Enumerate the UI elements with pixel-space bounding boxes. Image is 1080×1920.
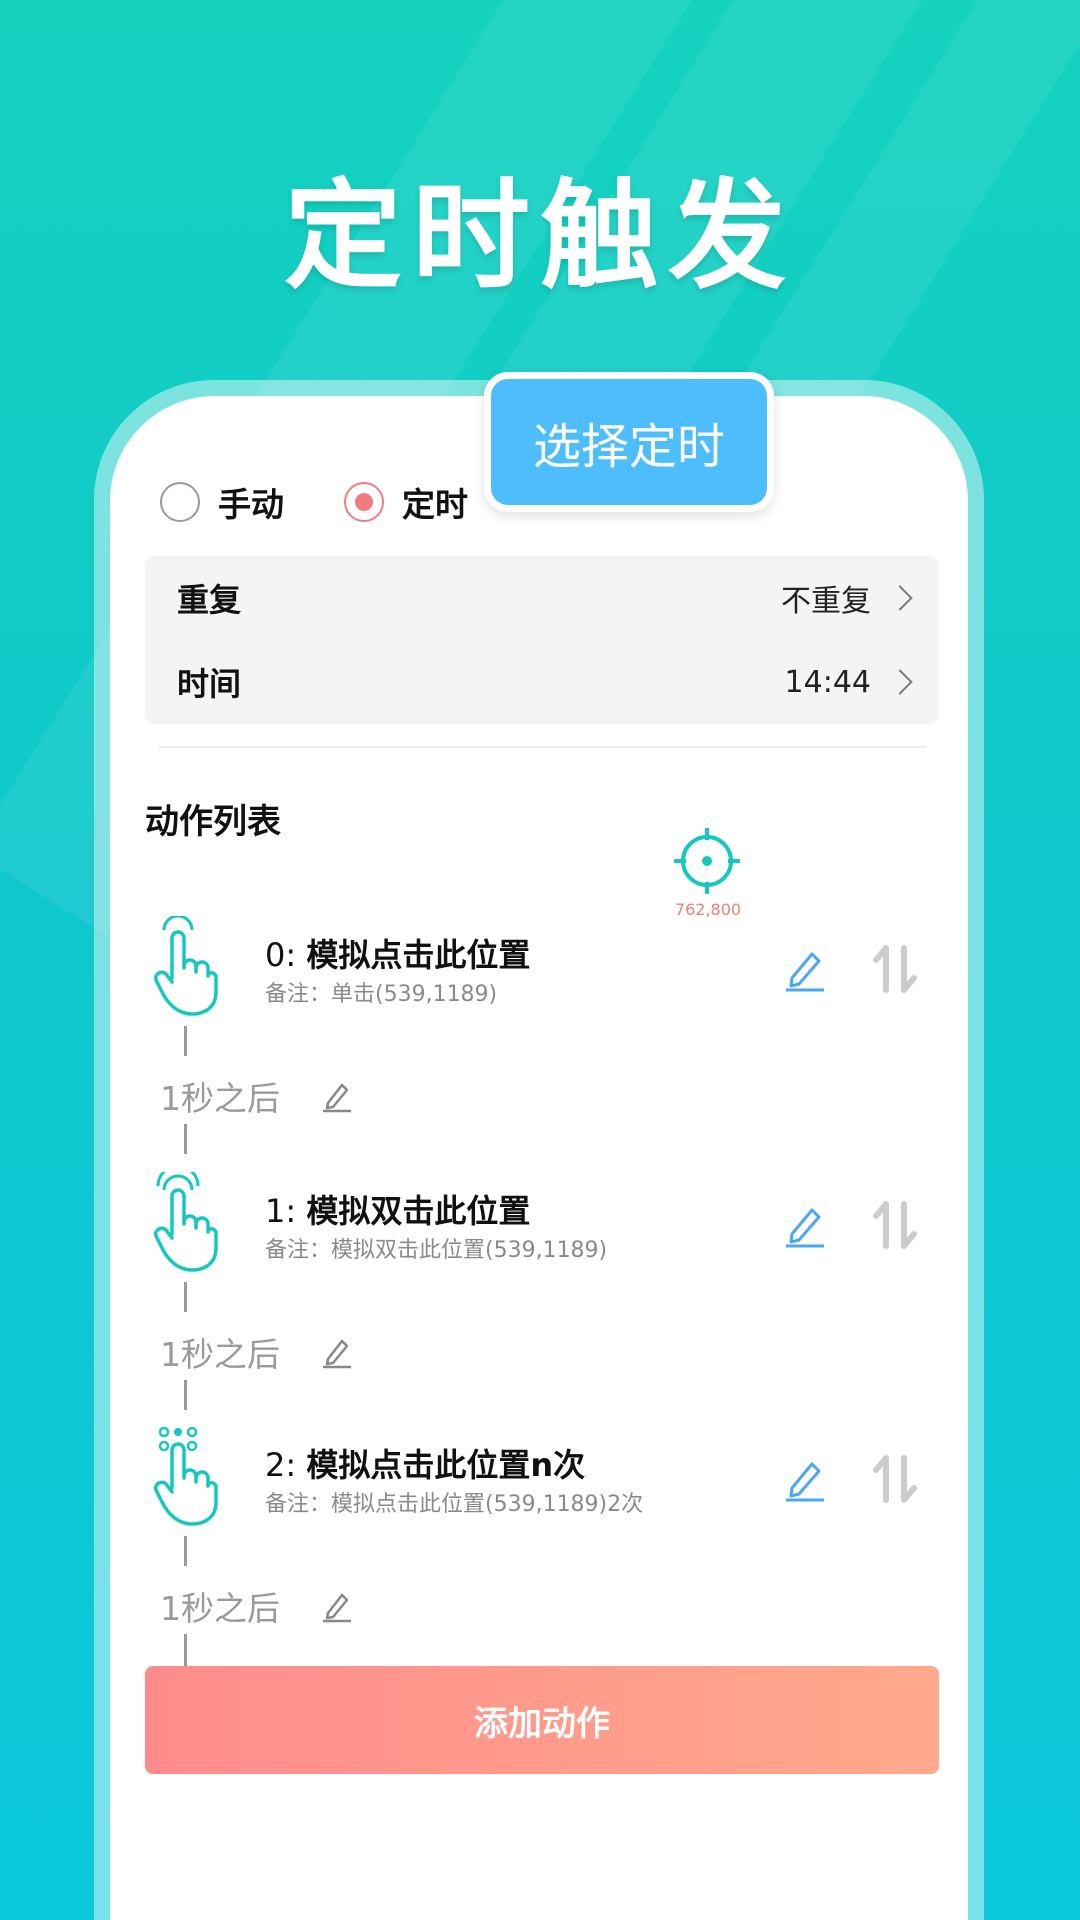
action-item[interactable]: 1: 模拟双击此位置 备注：模拟双击此位置(539,1189)	[110, 1172, 968, 1282]
edit-pencil-icon[interactable]	[782, 946, 828, 992]
chevron-right-icon	[887, 585, 913, 611]
manual-radio[interactable]	[160, 482, 200, 522]
repeat-value: 不重复	[781, 584, 871, 619]
multi-tap-hand-icon	[153, 1426, 218, 1526]
delay-edit-pencil-icon[interactable]	[320, 1589, 354, 1623]
reorder-arrows-icon[interactable]	[872, 944, 918, 994]
action-note: 备注：单击(539,1189)	[265, 982, 498, 1007]
action-name: 模拟点击此位置n次	[306, 1446, 586, 1484]
timeline-connector	[184, 1536, 187, 1566]
timeline-connector	[184, 1026, 187, 1056]
select-timer-callout[interactable]: 选择定时	[484, 372, 774, 512]
reorder-arrows-icon[interactable]	[872, 1200, 918, 1250]
action-item[interactable]: 0: 模拟点击此位置 备注：单击(539,1189)	[110, 916, 968, 1026]
delay-row: 1秒之后	[160, 1582, 354, 1630]
action-item[interactable]: 2: 模拟点击此位置n次 备注：模拟点击此位置(539,1189)2次	[110, 1426, 968, 1536]
time-value: 14:44	[784, 664, 871, 700]
delay-edit-pencil-icon[interactable]	[320, 1079, 354, 1113]
add-action-button[interactable]: 添加动作	[145, 1666, 939, 1774]
timeline-connector	[184, 1124, 187, 1154]
edit-pencil-icon[interactable]	[782, 1456, 828, 1502]
action-note: 备注：模拟双击此位置(539,1189)	[265, 1238, 608, 1263]
time-setting-row[interactable]: 时间 14:44	[145, 640, 939, 724]
timed-radio-label: 定时	[402, 485, 468, 524]
action-name: 模拟双击此位置	[306, 1192, 531, 1230]
tap-hand-icon	[153, 916, 218, 1016]
phone-frame: 手动 定时 重复 不重复 时间 14:44 动作列表 762,800 0: 模拟…	[94, 380, 984, 1920]
action-index: 1:	[265, 1192, 297, 1230]
delay-label: 1秒之后	[160, 1335, 280, 1374]
action-name: 模拟点击此位置	[306, 936, 531, 974]
action-index: 0:	[265, 936, 297, 974]
action-index: 2:	[265, 1446, 297, 1484]
action-list-title: 动作列表	[145, 802, 281, 842]
time-label: 时间	[177, 665, 242, 703]
phone-screen: 手动 定时 重复 不重复 时间 14:44 动作列表 762,800 0: 模拟…	[110, 396, 968, 1920]
action-title: 0: 模拟点击此位置	[265, 930, 530, 976]
crosshair-target-icon[interactable]	[672, 826, 742, 896]
hero-title: 定时触发	[283, 167, 796, 305]
delay-label: 1秒之后	[160, 1589, 280, 1628]
delay-edit-pencil-icon[interactable]	[320, 1335, 354, 1369]
action-title: 1: 模拟双击此位置	[265, 1186, 530, 1232]
timeline-connector	[184, 1282, 187, 1312]
timed-radio[interactable]	[344, 482, 384, 522]
manual-radio-option[interactable]: 手动	[160, 478, 284, 526]
trigger-mode-group: 手动 定时	[160, 478, 528, 526]
repeat-setting-row[interactable]: 重复 不重复	[145, 556, 939, 640]
delay-row: 1秒之后	[160, 1072, 354, 1120]
chevron-right-icon	[887, 669, 913, 695]
action-note: 备注：模拟点击此位置(539,1189)2次	[265, 1492, 644, 1517]
schedule-settings: 重复 不重复 时间 14:44	[145, 556, 939, 724]
repeat-label: 重复	[177, 581, 242, 619]
double-tap-hand-icon	[153, 1172, 218, 1272]
edit-pencil-icon[interactable]	[782, 1202, 828, 1248]
action-title: 2: 模拟点击此位置n次	[265, 1440, 585, 1486]
reorder-arrows-icon[interactable]	[872, 1454, 918, 1504]
divider	[158, 746, 926, 748]
delay-label: 1秒之后	[160, 1079, 280, 1118]
timed-radio-option[interactable]: 定时	[344, 478, 468, 526]
delay-row: 1秒之后	[160, 1328, 354, 1376]
timeline-connector	[184, 1380, 187, 1410]
manual-radio-label: 手动	[218, 485, 284, 524]
timeline-connector	[184, 1634, 187, 1666]
